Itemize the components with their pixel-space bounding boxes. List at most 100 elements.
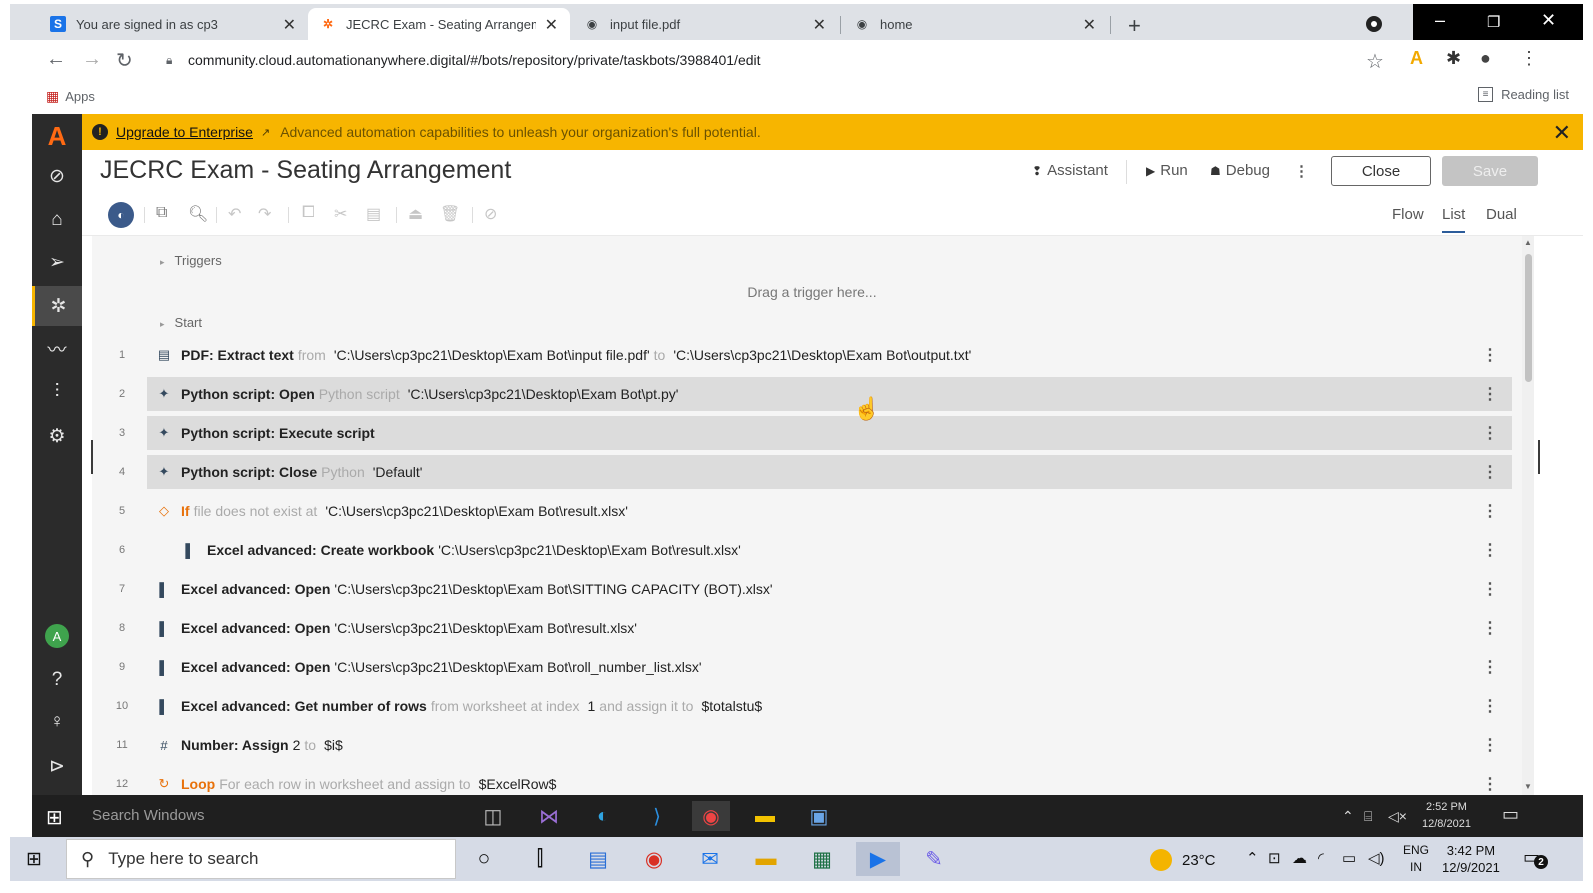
- task-view-icon[interactable]: ⫿: [518, 842, 562, 876]
- row-menu-icon[interactable]: ⋮: [1482, 579, 1498, 599]
- debug-button[interactable]: ☗ Debug: [1210, 162, 1270, 179]
- action-row[interactable]: 2 ✦ Python script: Open Python script 'C:\Us…: [119, 377, 1512, 411]
- notification-icon[interactable]: ▭: [1502, 804, 1519, 825]
- back-icon[interactable]: ←: [46, 48, 66, 71]
- mail-icon[interactable]: ✉: [688, 842, 732, 876]
- action-row[interactable]: 1 ▤ PDF: Extract text from 'C:\Users\cp3pc21…: [119, 338, 1512, 372]
- address-bar[interactable]: 🔒︎ community.cloud.automationanywhere.di…: [160, 44, 1370, 76]
- file-explorer-icon[interactable]: ▬: [744, 842, 788, 876]
- row-menu-icon[interactable]: ⋮: [1482, 735, 1498, 755]
- activity-icon[interactable]: ➢: [32, 242, 82, 282]
- window-close-icon[interactable]: ✕: [1541, 10, 1556, 31]
- cortana-icon[interactable]: ○: [462, 842, 506, 876]
- action-row[interactable]: 11 # Number: Assign 2 to $i$ ⋮: [116, 728, 1512, 762]
- automation-anywhere-logo[interactable]: A: [32, 116, 82, 156]
- close-tab-icon[interactable]: ✕: [1083, 15, 1096, 35]
- network-icon[interactable]: ⌸: [1364, 808, 1372, 825]
- select-icon[interactable]: ⧉: [156, 204, 167, 222]
- tray-chevron-icon[interactable]: ⌃: [1342, 808, 1354, 825]
- tab-search-icon[interactable]: [1366, 16, 1382, 32]
- expand-nav-icon[interactable]: ⊳: [32, 746, 82, 786]
- wifi-icon[interactable]: ◜: [1318, 849, 1324, 867]
- row-menu-icon[interactable]: ⋮: [1482, 618, 1498, 638]
- action-row[interactable]: 12 ↻ Loop For each row in worksheet and ass…: [116, 767, 1512, 795]
- run-button[interactable]: ▶ Run: [1146, 162, 1188, 179]
- row-menu-icon[interactable]: ⋮: [1482, 462, 1498, 482]
- monitor-pulse-icon[interactable]: 〰: [32, 328, 82, 368]
- browser-tab-home[interactable]: ◉ home ✕: [842, 8, 1108, 40]
- chrome-menu-icon[interactable]: ⋮: [1520, 48, 1538, 69]
- actions-panel-toggle-icon[interactable]: ◐: [108, 202, 134, 228]
- copy-icon[interactable]: ⧠: [302, 204, 315, 222]
- assistant-button[interactable]: ❢ Assistant: [1032, 162, 1108, 179]
- bookmark-star-icon[interactable]: ☆: [1366, 49, 1384, 74]
- home-icon[interactable]: ⌂: [32, 200, 82, 240]
- host-clock[interactable]: 3:42 PM 12/9/2021: [1442, 842, 1500, 876]
- delete-icon[interactable]: 🗑︎: [440, 204, 460, 224]
- enable-icon[interactable]: ⏏: [408, 204, 423, 224]
- upgrade-link[interactable]: Upgrade to Enterprise: [116, 124, 253, 140]
- battery-icon[interactable]: ▭: [1342, 849, 1356, 867]
- tab-flow[interactable]: Flow: [1392, 206, 1424, 223]
- explore-icon[interactable]: ⊘: [32, 156, 82, 196]
- scroll-up-icon[interactable]: ▲: [1524, 238, 1532, 247]
- more-options-icon[interactable]: ⋮: [1294, 162, 1309, 180]
- onedrive-icon[interactable]: ☁: [1292, 849, 1307, 867]
- windows-start-icon[interactable]: ⊞: [26, 848, 42, 871]
- manage-sliders-icon[interactable]: ⫶: [32, 372, 82, 412]
- chrome-icon[interactable]: ◉: [632, 842, 676, 876]
- bots-icon[interactable]: ✲: [32, 286, 82, 326]
- redo-icon[interactable]: ↷: [258, 204, 271, 224]
- edge-icon[interactable]: ◐: [584, 801, 622, 831]
- paint-icon[interactable]: ✎: [912, 842, 956, 876]
- remote-clock[interactable]: 2:52 PM 12/8/2021: [1422, 799, 1471, 833]
- restore-icon[interactable]: ❐: [1487, 13, 1500, 31]
- row-menu-icon[interactable]: ⋮: [1482, 657, 1498, 677]
- file-explorer-icon[interactable]: ▬: [746, 801, 784, 831]
- trigger-drop-zone[interactable]: Drag a trigger here...: [92, 284, 1532, 300]
- row-menu-icon[interactable]: ⋮: [1482, 696, 1498, 716]
- close-tab-icon[interactable]: ✕: [545, 15, 558, 35]
- tray-chevron-icon[interactable]: ⌃: [1246, 849, 1259, 867]
- meet-now-icon[interactable]: ⊡: [1268, 849, 1281, 867]
- row-menu-icon[interactable]: ⋮: [1482, 384, 1498, 404]
- automation-anywhere-extension-icon[interactable]: A: [1410, 48, 1423, 69]
- remote-app-icon[interactable]: ▣: [800, 801, 838, 831]
- taskbar-search-box[interactable]: ⚲ Type here to search: [66, 839, 456, 879]
- action-list-scrollbar[interactable]: ▲ ▼: [1522, 236, 1534, 795]
- action-row[interactable]: 6 ▌ Excel advanced: Create workbook 'C:\Use…: [119, 533, 1512, 567]
- new-tab-icon[interactable]: +: [1128, 13, 1141, 39]
- remote-search-box[interactable]: Search Windows: [92, 807, 205, 824]
- paste-icon[interactable]: ▤: [366, 204, 381, 224]
- action-row[interactable]: 7 ▌ Excel advanced: Open 'C:\Users\cp3pc21\…: [119, 572, 1512, 606]
- minimize-icon[interactable]: –: [1435, 10, 1445, 31]
- save-button[interactable]: Save: [1442, 156, 1538, 186]
- extensions-icon[interactable]: ✱: [1446, 48, 1461, 69]
- action-row[interactable]: 3 ✦ Python script: Execute script ⋮: [119, 416, 1512, 450]
- action-row[interactable]: 8 ▌ Excel advanced: Open 'C:\Users\cp3pc21\…: [119, 611, 1512, 645]
- task-view-icon[interactable]: ◫: [474, 801, 512, 831]
- close-tab-icon[interactable]: ✕: [283, 15, 296, 35]
- administration-gear-icon[interactable]: ⚙: [32, 416, 82, 456]
- tab-dual[interactable]: Dual: [1486, 206, 1517, 223]
- action-row[interactable]: 4 ✦ Python script: Close Python 'Default' ⋮: [119, 455, 1512, 489]
- user-avatar[interactable]: A: [32, 616, 82, 656]
- action-center-icon[interactable]: ▭ 2: [1523, 847, 1548, 869]
- help-icon[interactable]: ?: [32, 660, 82, 700]
- close-tab-icon[interactable]: ✕: [813, 15, 826, 35]
- learning-icon[interactable]: ♀: [32, 702, 82, 742]
- undo-icon[interactable]: ↶: [228, 204, 241, 224]
- visual-studio-icon[interactable]: ⋈: [530, 801, 568, 831]
- reload-icon[interactable]: ↻: [116, 48, 133, 73]
- remote-desktop-icon[interactable]: ▶: [856, 842, 900, 876]
- row-menu-icon[interactable]: ⋮: [1482, 501, 1498, 521]
- reading-list-button[interactable]: ≡ Reading list: [1478, 87, 1569, 102]
- apps-shortcut[interactable]: ▦ Apps: [46, 88, 95, 105]
- panel-resize-handle-right[interactable]: [1538, 440, 1540, 474]
- browser-tab-input-pdf[interactable]: ◉ input file.pdf ✕: [572, 8, 838, 40]
- excel-icon[interactable]: ▦: [800, 842, 844, 876]
- chrome-icon[interactable]: ◉: [692, 801, 730, 831]
- browser-tab-signin[interactable]: S You are signed in as cp3 ✕: [38, 8, 308, 40]
- weather-widget[interactable]: 23°C: [1150, 849, 1216, 871]
- triggers-section[interactable]: ▸ Triggers: [160, 253, 222, 268]
